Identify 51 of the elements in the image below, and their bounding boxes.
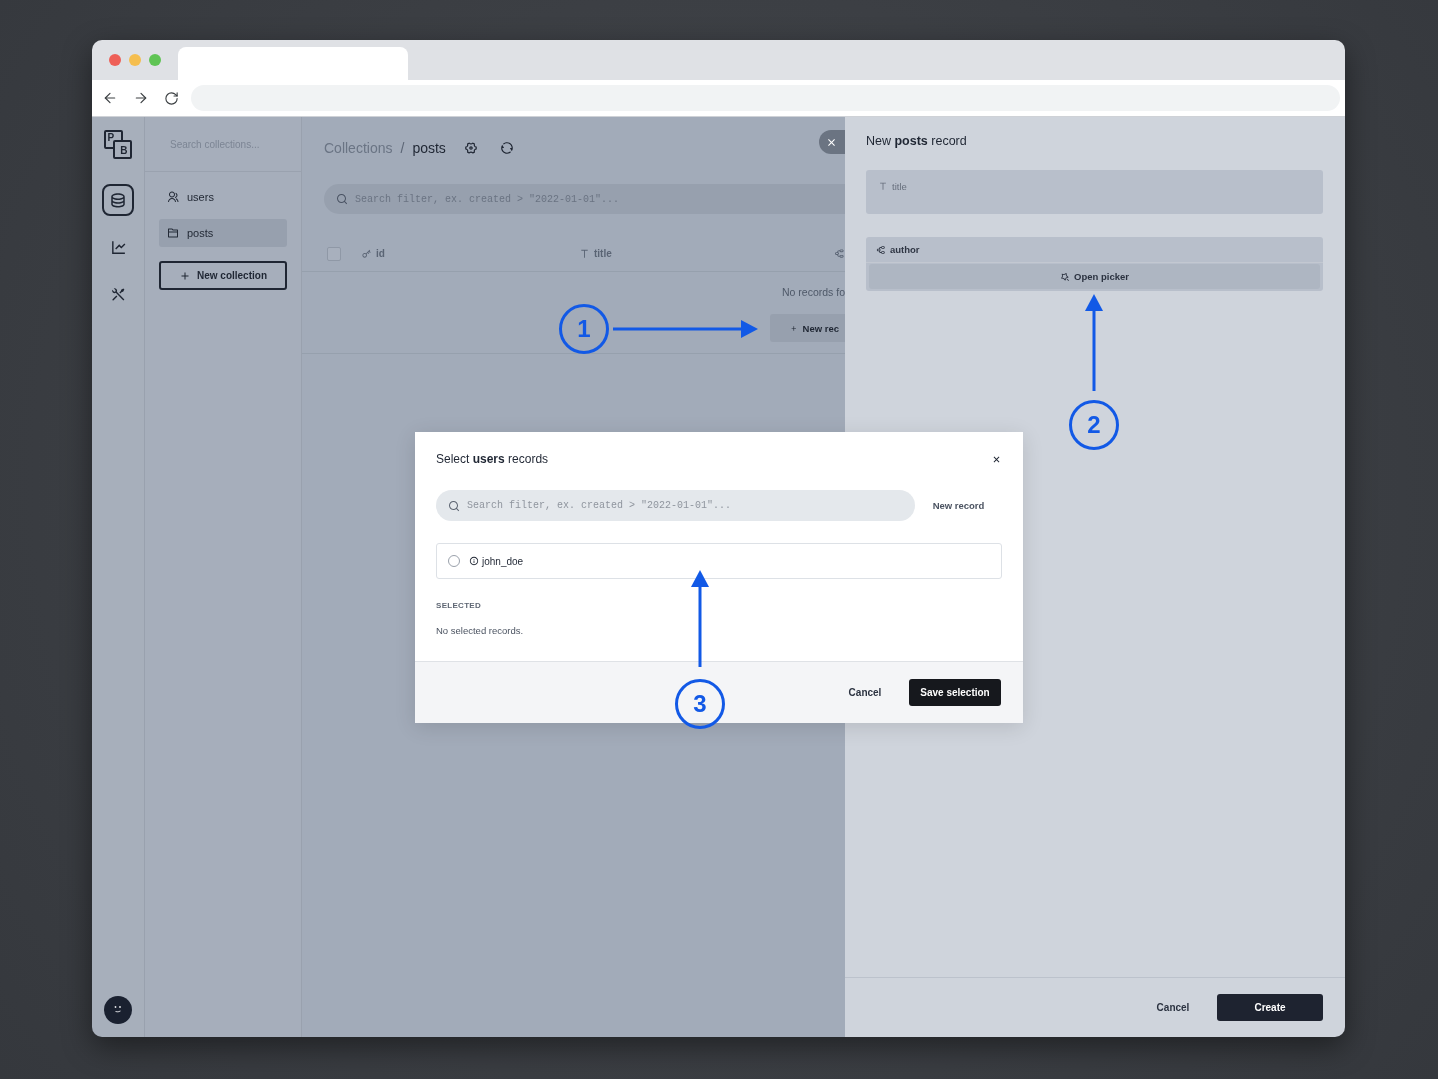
panel-title: New posts record: [866, 133, 968, 149]
open-picker-button[interactable]: Open picker: [869, 264, 1320, 289]
close-window-icon[interactable]: [109, 54, 121, 66]
info-icon: [469, 556, 479, 566]
search-icon: [448, 499, 460, 512]
empty-message: No records fo: [781, 286, 845, 298]
reload-icon[interactable]: [164, 90, 179, 106]
filter-field[interactable]: Search filter, ex. created > "2022-01-01"...: [436, 490, 915, 521]
collection-name: posts: [187, 227, 214, 239]
step-number: 1: [559, 304, 609, 354]
logo-letter: B: [112, 140, 132, 159]
search-icon: [336, 193, 348, 205]
line-chart-icon: [109, 238, 127, 256]
record-row[interactable]: john_doe: [436, 543, 1002, 579]
step-number: 2: [1069, 400, 1119, 450]
dialog-title: Select users records: [436, 452, 549, 466]
users-icon: [167, 191, 179, 203]
key-icon: [361, 248, 372, 259]
field-label: author: [876, 244, 920, 255]
section-heading: SELECTED: [436, 601, 483, 610]
refresh-icon[interactable]: [499, 141, 514, 155]
folder-icon: [167, 227, 179, 239]
tools-icon: [109, 285, 127, 303]
collection-item[interactable]: posts: [159, 219, 287, 247]
avatar-icon[interactable]: [104, 996, 132, 1024]
new-record-button[interactable]: New rec: [770, 314, 845, 342]
nav-button[interactable]: [102, 184, 134, 216]
collection-name: users: [187, 191, 214, 203]
relation-icon: [876, 244, 886, 255]
cancel-button[interactable]: Cancel: [1143, 994, 1203, 1021]
database-icon: [109, 191, 127, 209]
field-label: title: [878, 180, 907, 192]
select-all-checkbox[interactable]: [327, 246, 341, 261]
breadcrumb-separator: /: [400, 140, 405, 156]
new-collection-button[interactable]: New collection: [159, 261, 287, 290]
forward-icon[interactable]: [133, 90, 149, 106]
record-label: john_doe: [469, 555, 524, 567]
back-icon[interactable]: [102, 90, 118, 106]
radio-button[interactable]: [448, 555, 460, 567]
save-selection-button[interactable]: Save selection: [909, 679, 1001, 706]
text-type-icon: [579, 248, 590, 259]
cancel-button[interactable]: Cancel: [837, 679, 893, 706]
collection-item[interactable]: users: [159, 183, 287, 211]
create-button[interactable]: Create: [1217, 994, 1323, 1021]
relation-icon: [834, 248, 845, 259]
step-number: 3: [675, 679, 725, 729]
breadcrumb-current: posts: [412, 140, 446, 156]
settings-icon[interactable]: [463, 141, 478, 155]
empty-message: No selected records.: [436, 625, 525, 636]
new-record-button[interactable]: New record: [915, 492, 1002, 519]
magic-wand-icon: [1060, 271, 1071, 282]
